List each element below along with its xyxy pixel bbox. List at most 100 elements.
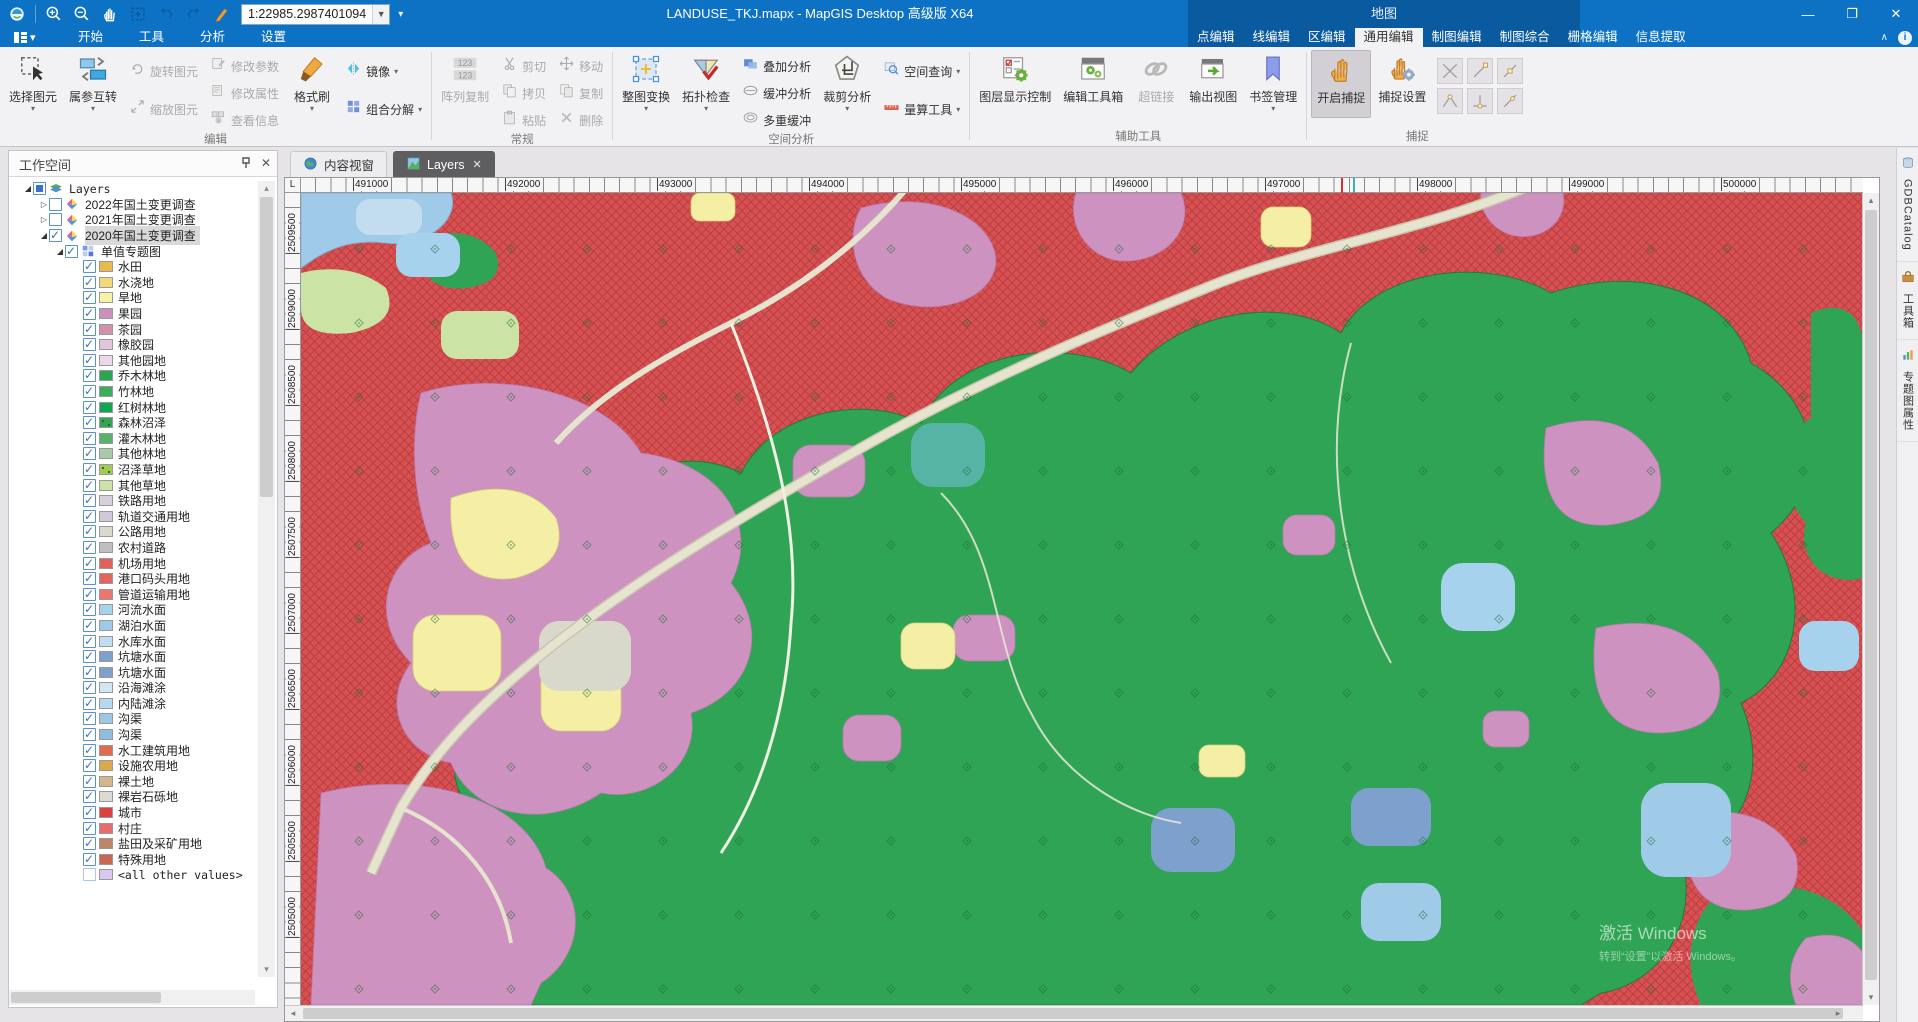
scale-combobox[interactable]: 1:22985.2987401094▼ [241,4,390,25]
button-叠加分析[interactable]: 叠加分析 [737,53,816,79]
layer-checkbox[interactable] [83,494,96,507]
app-menu-button[interactable]: ▾ [8,28,42,47]
qat-customize-icon[interactable]: ▾ [398,9,403,20]
snap-intersection-icon[interactable] [1437,58,1463,84]
dock-tab-工具箱[interactable]: 工具箱 [1897,262,1918,340]
layer-checkbox[interactable] [83,744,96,757]
button-缩放图元[interactable]: 缩放图元 [124,96,203,122]
button-超链接[interactable]: 超链接 [1130,50,1182,116]
layer-checkbox[interactable] [83,666,96,679]
button-阵列复制[interactable]: 123123阵列复制 [436,50,494,116]
button-空间查询[interactable]: 空间查询▾ [878,58,965,84]
button-缓冲分析[interactable]: 缓冲分析 [737,80,816,106]
scroll-down-icon[interactable]: ▾ [1863,990,1879,1005]
button-修改属性[interactable]: 修改属性 [205,80,284,106]
button-多重缓冲[interactable]: 多重缓冲 [737,107,816,133]
context-tab-信息提取[interactable]: 信息提取 [1627,28,1695,47]
context-tab-制图综合[interactable]: 制图综合 [1491,28,1559,47]
layer-checkbox[interactable] [83,697,96,710]
layer-checkbox[interactable] [83,463,96,476]
pan-hand-icon[interactable] [97,2,123,26]
layer-checkbox[interactable] [83,681,96,694]
context-tab-栅格编辑[interactable]: 栅格编辑 [1559,28,1627,47]
layer-checkbox[interactable] [83,837,96,850]
layer-checkbox[interactable] [83,354,96,367]
button-格式刷[interactable]: 格式刷▾ [286,50,338,116]
button-编辑工具箱[interactable]: 编辑工具箱 [1058,50,1128,116]
layer-checkbox[interactable] [83,276,96,289]
button-镜像[interactable]: 镜像▾ [340,58,427,84]
layer-checkbox[interactable] [83,525,96,538]
scrollbar-thumb[interactable] [303,1008,1843,1019]
layer-checkbox[interactable] [83,619,96,632]
layer-checkbox[interactable] [83,385,96,398]
undo-icon[interactable] [153,2,179,26]
button-修改参数[interactable]: 修改参数 [205,53,284,79]
menu-tab-设置[interactable]: 设置 [243,28,304,47]
map-canvas[interactable]: 激活 Windows 转到“设置”以激活 Windows。 [301,193,1863,1005]
menu-tab-开始[interactable]: 开始 [60,28,121,47]
snap-angle-icon[interactable] [1437,88,1463,114]
pin-icon[interactable] [241,157,251,169]
maximize-button[interactable]: ❐ [1830,0,1874,28]
scrollbar-thumb[interactable] [260,197,273,497]
map-horizontal-scrollbar[interactable]: ◂ ▸ [285,1005,1863,1021]
scrollbar-thumb[interactable] [11,992,161,1003]
zoom-out-icon[interactable] [69,2,95,26]
layer-checkbox[interactable] [83,790,96,803]
layer-checkbox[interactable] [83,401,96,414]
close-button[interactable]: ✕ [1874,0,1918,28]
button-整图变换[interactable]: 整图变换▾ [617,50,675,116]
button-选择图元[interactable]: 选择图元▾ [4,50,62,116]
sidebar-horizontal-scrollbar[interactable] [9,990,255,1005]
context-tab-制图编辑[interactable]: 制图编辑 [1423,28,1491,47]
button-属参互转[interactable]: 属参互转▾ [64,50,122,116]
app-logo-icon[interactable] [4,2,30,26]
button-开启捕捉[interactable]: 开启捕捉 [1311,50,1371,118]
button-粘贴[interactable]: 粘贴 [496,107,551,133]
layer-checkbox[interactable] [83,635,96,648]
context-tab-区编辑[interactable]: 区编辑 [1299,28,1355,47]
menu-tab-工具[interactable]: 工具 [121,28,182,47]
document-tab-Layers[interactable]: Layers✕ [393,151,495,177]
document-tab-内容视窗[interactable]: 内容视窗 [290,151,387,177]
snap-nearest-icon[interactable] [1497,88,1523,114]
button-图层显示控制[interactable]: 图层显示控制 [974,50,1056,116]
layer-checkbox[interactable] [83,806,96,819]
layer-checkbox[interactable] [83,510,96,523]
minimize-button[interactable]: — [1786,0,1830,28]
layer-checkbox[interactable] [83,759,96,772]
button-删除[interactable]: 删除 [553,107,608,133]
button-量算工具[interactable]: 量算工具▾ [878,96,965,122]
scroll-left-icon[interactable]: ◂ [285,1006,301,1021]
layer-checkbox[interactable] [83,338,96,351]
layer-checkbox[interactable] [83,603,96,616]
tree-row-特殊用地[interactable]: 特殊用地 [9,852,255,868]
snap-endpoint-icon[interactable] [1467,58,1493,84]
help-icon[interactable]: i [1898,31,1912,45]
snap-perpendicular-icon[interactable] [1467,88,1493,114]
button-拓扑检查[interactable]: 拓扑检查▾ [677,50,735,116]
button-复制[interactable]: 复制 [553,80,608,106]
scroll-up-icon[interactable]: ▴ [258,181,275,196]
layer-checkbox[interactable] [83,432,96,445]
button-查看信息[interactable]: i查看信息 [205,107,284,133]
layer-checkbox[interactable] [83,307,96,320]
layer-checkbox[interactable] [33,182,46,195]
button-剪切[interactable]: 剪切 [496,53,551,79]
collapse-icon[interactable]: ◢ [23,184,33,193]
button-书签管理[interactable]: 书签管理▾ [1244,50,1302,116]
button-旋转图元[interactable]: 旋转图元 [124,58,203,84]
layer-checkbox[interactable] [83,260,96,273]
scroll-right-icon[interactable]: ▸ [1830,1006,1846,1021]
layer-checkbox[interactable] [83,369,96,382]
layer-checkbox[interactable] [83,868,96,881]
layer-checkbox[interactable] [83,822,96,835]
tree-row-all other values[interactable]: <all other values> [9,867,255,883]
layer-checkbox[interactable] [83,728,96,741]
expand-icon[interactable]: ▷ [39,215,49,224]
dock-tab-GDBCatalog[interactable]: GDBCatalog [1897,148,1918,262]
layer-checkbox[interactable] [83,447,96,460]
button-拷贝[interactable]: 拷贝 [496,80,551,106]
button-移动[interactable]: 移动 [553,53,608,79]
